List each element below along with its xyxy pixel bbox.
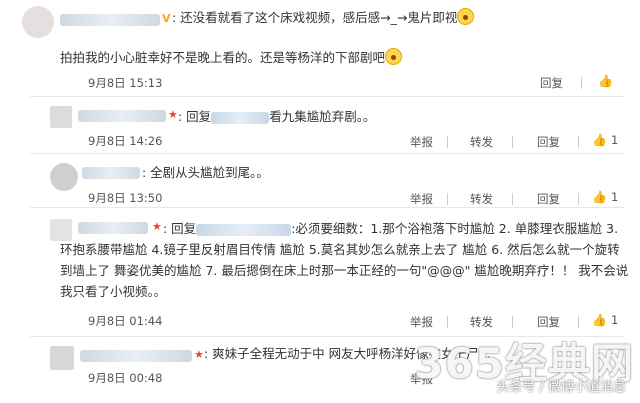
divider — [30, 207, 624, 208]
divider — [447, 193, 448, 205]
like-count: 1 — [610, 313, 619, 327]
comment-text: : 还没看就看了这个床戏视频，感后感→_→鬼片即视 — [172, 10, 458, 25]
username[interactable] — [80, 350, 192, 362]
like-button[interactable]: 👍 1 — [592, 133, 618, 147]
watermark-caption: 头条号 / 微博小道消息 — [496, 380, 626, 395]
divider — [512, 316, 513, 328]
vip-badge-icon: V — [162, 12, 171, 25]
forward-button[interactable]: 转发 — [470, 191, 493, 207]
comment-time: 9月8日 01:44 — [88, 314, 163, 328]
reply-button[interactable]: 回复 — [540, 75, 563, 91]
report-button[interactable]: 举报 — [410, 191, 433, 207]
star-badge-icon: ★ — [194, 348, 204, 361]
comment-time: 9月8日 13:50 — [88, 191, 163, 205]
reply-prefix: : 回复 — [163, 221, 197, 236]
mention-link[interactable] — [196, 223, 292, 236]
emoji-icon — [385, 48, 403, 65]
star-badge-icon: ★ — [168, 108, 178, 121]
thumb-up-icon: 👍 — [598, 74, 613, 88]
mention-link[interactable] — [211, 111, 270, 124]
comment-text: :必须要细数：1.那个浴袍落下时尴尬 2. 单膝理衣服尴尬 3. 环抱系腰带尴尬… — [60, 221, 629, 299]
like-count: 1 — [610, 190, 619, 204]
reply-prefix: : 回复 — [178, 109, 212, 124]
like-button[interactable]: 👍 1 — [592, 190, 618, 204]
report-button[interactable]: 举报 — [410, 314, 433, 330]
forward-button[interactable]: 转发 — [470, 134, 493, 150]
avatar[interactable] — [50, 346, 74, 370]
avatar[interactable] — [50, 163, 78, 191]
report-button[interactable]: 举报 — [410, 134, 433, 150]
thumb-up-icon: 👍 — [592, 190, 607, 204]
like-count: 1 — [610, 133, 619, 147]
like-button[interactable]: 👍 1 — [592, 313, 618, 327]
comment-time: 9月8日 00:48 — [88, 371, 163, 385]
reply-button[interactable]: 回复 — [537, 314, 560, 330]
comment-text: 看九集尴尬弃剧。。 — [269, 109, 376, 124]
divider — [578, 193, 579, 205]
emoji-icon — [457, 8, 475, 25]
username[interactable] — [78, 110, 166, 122]
divider — [30, 96, 624, 97]
comment-time: 9月8日 15:13 — [88, 76, 163, 90]
like-button[interactable]: 👍 — [598, 74, 617, 88]
forward-button[interactable]: 转发 — [470, 314, 493, 330]
divider — [581, 77, 582, 89]
divider — [578, 316, 579, 328]
thumb-up-icon: 👍 — [592, 133, 607, 147]
divider — [512, 136, 513, 148]
username[interactable] — [60, 14, 160, 26]
divider — [578, 136, 579, 148]
divider — [512, 193, 513, 205]
reply-button[interactable]: 回复 — [537, 191, 560, 207]
comment-time: 9月8日 14:26 — [88, 134, 163, 148]
divider — [447, 316, 448, 328]
comment-text-line2: 拍拍我的小心脏幸好不是晚上看的。还是等杨洋的下部剧吧 — [60, 50, 386, 65]
divider — [30, 153, 624, 154]
avatar[interactable] — [22, 6, 54, 38]
divider — [447, 136, 448, 148]
comment-text: : 全剧从头尴尬到尾。。 — [142, 165, 269, 180]
avatar[interactable] — [50, 106, 72, 128]
reply-button[interactable]: 回复 — [537, 134, 560, 150]
thumb-up-icon: 👍 — [592, 313, 607, 327]
username[interactable] — [82, 167, 140, 179]
